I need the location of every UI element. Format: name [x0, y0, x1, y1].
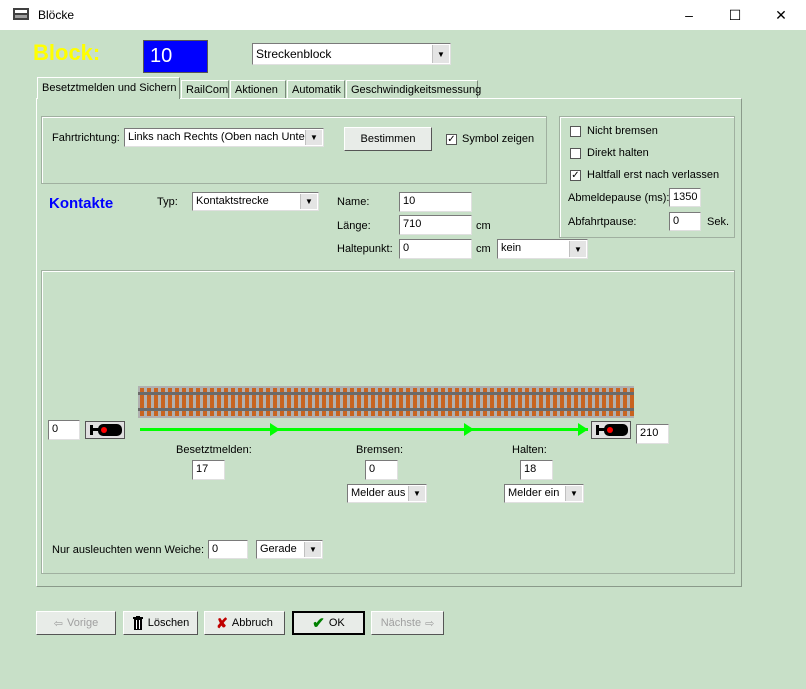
chevron-down-icon: ▼	[408, 486, 425, 501]
release-pause-input[interactable]: 1350	[669, 188, 701, 207]
occupied-label: Besetztmelden:	[176, 444, 252, 456]
block-label: Block:	[33, 40, 101, 65]
blocks-dialog: Blöcke – ☐ ✕ Block: 10 Streckenblock ▼ B…	[0, 0, 806, 689]
contact-type-label: Typ:	[157, 196, 178, 208]
chevron-down-icon: ▼	[565, 486, 582, 501]
release-pause-label: Abmeldepause (ms):	[568, 192, 670, 204]
chevron-down-icon: ▼	[300, 194, 317, 209]
next-button[interactable]: Nächste ⇨	[371, 611, 444, 635]
stop-after-leave-label: Haltfall erst nach verlassen	[587, 169, 720, 181]
left-signal-input[interactable]: 0	[48, 420, 80, 440]
stop-input[interactable]: 18	[520, 460, 553, 480]
brake-select[interactable]: Melder aus ▼	[347, 484, 427, 503]
direction-select[interactable]: Links nach Rechts (Oben nach Unten) ▼	[124, 128, 324, 147]
stop-select[interactable]: Melder ein ▼	[504, 484, 584, 503]
length-input[interactable]: 710	[399, 215, 472, 235]
tab-aktionen[interactable]: Aktionen	[230, 80, 286, 98]
occupied-input[interactable]: 17	[192, 460, 225, 480]
departure-pause-input[interactable]: 0	[669, 212, 701, 231]
switch-input[interactable]: 0	[208, 540, 248, 559]
show-symbol-label: Symbol zeigen	[462, 133, 535, 145]
brake-input[interactable]: 0	[365, 460, 398, 480]
direction-arrow-icon	[464, 423, 474, 436]
direct-stop-label: Direkt halten	[587, 147, 649, 159]
track-rails	[138, 386, 634, 418]
direction-label: Fahrtrichtung:	[52, 132, 120, 144]
stop-point-input[interactable]: 0	[399, 239, 472, 259]
no-brake-checkbox[interactable]	[570, 126, 581, 137]
minimize-button[interactable]: –	[666, 0, 712, 30]
show-symbol-checkbox[interactable]: ✓	[446, 134, 457, 145]
direction-arrow-icon	[578, 423, 588, 436]
contact-type-select[interactable]: Kontaktstrecke ▼	[192, 192, 319, 211]
cancel-button[interactable]: ✘ Abbruch	[204, 611, 285, 635]
cancel-x-icon: ✘	[216, 614, 228, 631]
no-brake-label: Nicht bremsen	[587, 125, 658, 137]
chevron-down-icon: ▼	[432, 45, 449, 63]
chevron-down-icon: ▼	[304, 542, 321, 557]
direction-arrow-icon	[270, 423, 280, 436]
window-title: Blöcke	[38, 8, 75, 22]
determine-button[interactable]: Bestimmen	[344, 127, 432, 151]
block-type-select[interactable]: Streckenblock ▼	[252, 43, 451, 65]
switch-position-select[interactable]: Gerade ▼	[256, 540, 323, 559]
arrow-right-icon: ⇨	[425, 617, 435, 630]
stop-label: Halten:	[512, 444, 547, 456]
left-signal-icon[interactable]	[85, 421, 125, 439]
length-label: Länge:	[337, 220, 371, 232]
direct-stop-checkbox[interactable]	[570, 148, 581, 159]
occupancy-line	[140, 423, 588, 436]
arrow-left-icon: ⇦	[53, 617, 63, 630]
right-signal-input[interactable]: 210	[636, 424, 669, 444]
chevron-down-icon: ▼	[569, 241, 586, 257]
stop-point-label: Haltepunkt:	[337, 243, 393, 255]
stop-point-select[interactable]: kein ▼	[497, 239, 588, 259]
right-signal-icon[interactable]	[591, 421, 631, 439]
trash-icon	[132, 616, 143, 630]
stop-after-leave-checkbox[interactable]: ✓	[570, 170, 581, 181]
app-icon	[13, 8, 29, 20]
direction-group	[41, 116, 547, 184]
stop-point-unit: cm	[476, 243, 491, 255]
tab-besetztmelden[interactable]: Besetztmelden und Sichern	[37, 77, 180, 99]
block-number-field[interactable]: 10	[143, 40, 208, 73]
switch-label: Nur ausleuchten wenn Weiche:	[52, 544, 205, 556]
chevron-down-icon: ▼	[305, 130, 322, 145]
contacts-heading: Kontakte	[49, 195, 114, 212]
maximize-button[interactable]: ☐	[712, 0, 758, 30]
checkmark-icon: ✔	[312, 615, 325, 632]
name-label: Name:	[337, 196, 370, 208]
tab-geschwindigkeitsmessung[interactable]: Geschwindigkeitsmessung	[346, 80, 481, 98]
previous-button[interactable]: ⇦ Vorige	[36, 611, 116, 635]
departure-pause-unit: Sek.	[707, 216, 730, 228]
title-bar: Blöcke – ☐ ✕	[0, 0, 806, 30]
name-input[interactable]: 10	[399, 192, 472, 212]
ok-button[interactable]: ✔ OK	[292, 611, 365, 635]
close-button[interactable]: ✕	[758, 0, 804, 30]
tab-railcom[interactable]: RailCom	[181, 80, 229, 98]
brake-label: Bremsen:	[356, 444, 404, 456]
length-unit: cm	[476, 220, 491, 232]
tab-automatik[interactable]: Automatik	[287, 80, 345, 98]
delete-button[interactable]: Löschen	[123, 611, 198, 635]
departure-pause-label: Abfahrtpause:	[568, 216, 637, 228]
